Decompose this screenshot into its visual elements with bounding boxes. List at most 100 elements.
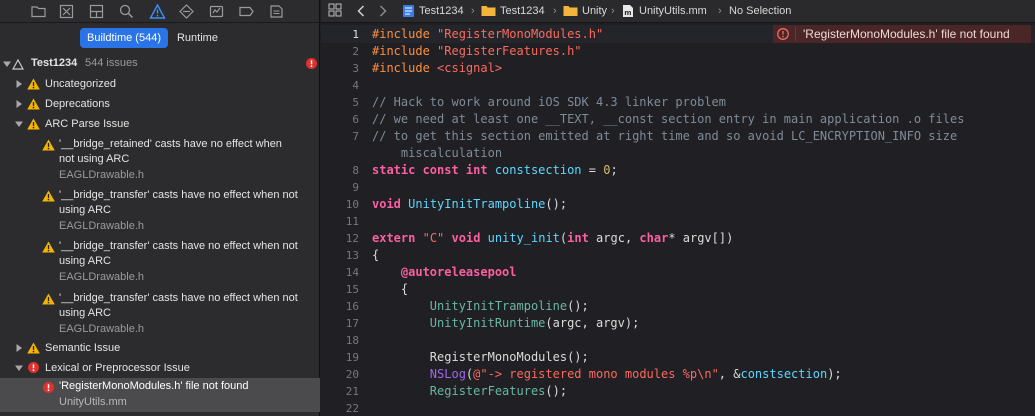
- breakpoint-icon[interactable]: [238, 3, 255, 20]
- group-semantic-issue[interactable]: Semantic Issue: [0, 340, 320, 356]
- line-number[interactable]: 6: [321, 113, 359, 126]
- buildtime-tab[interactable]: Buildtime (544): [80, 28, 168, 48]
- line-number[interactable]: 7: [321, 130, 359, 143]
- source-control-icon[interactable]: [58, 3, 75, 20]
- code-line: UnityInitRuntime(argc, argv);: [429, 316, 640, 330]
- line-number[interactable]: 18: [321, 334, 359, 347]
- forward-icon[interactable]: [379, 5, 387, 17]
- disclosure-open-icon[interactable]: [2, 59, 12, 69]
- line-number[interactable]: 5: [321, 96, 359, 109]
- disclosure-closed-icon[interactable]: [14, 99, 24, 109]
- issue-item[interactable]: '__bridge_transfer' casts have no effect…: [0, 290, 320, 338]
- issue-navigator: Buildtime (544) Runtime Test1234 544 iss…: [0, 0, 320, 416]
- disclosure-closed-icon[interactable]: [14, 79, 24, 89]
- group-deprecations[interactable]: Deprecations: [0, 96, 320, 112]
- code-line: {: [372, 248, 380, 262]
- group-label: Semantic Issue: [45, 342, 121, 354]
- line-number[interactable]: 2: [321, 45, 359, 58]
- disclosure-open-icon[interactable]: [14, 363, 24, 373]
- issue-file: EAGLDrawable.h: [59, 169, 144, 181]
- report-icon[interactable]: [268, 3, 285, 20]
- debug-icon[interactable]: [208, 3, 225, 20]
- warning-icon: [27, 78, 40, 90]
- line-number[interactable]: 22: [321, 402, 359, 415]
- jump-bar: Test1234 › Test1234 › Unity › m UnityUti…: [321, 0, 1035, 23]
- back-icon[interactable]: [357, 5, 365, 17]
- related-items-icon[interactable]: [328, 3, 342, 17]
- folder-icon[interactable]: [30, 3, 47, 20]
- issue-item[interactable]: '__bridge_transfer' casts have no effect…: [0, 187, 320, 235]
- find-icon[interactable]: [118, 3, 135, 20]
- code-line: RegisterFeatures();: [429, 384, 568, 398]
- crumb-separator: ›: [553, 5, 557, 17]
- issue-message-cont: using ARC: [59, 255, 111, 267]
- crumb-folder[interactable]: Unity: [582, 5, 607, 17]
- line-number[interactable]: 19: [321, 351, 359, 364]
- code-line: extern "C" void unity_init(int argc, cha…: [372, 231, 734, 245]
- line-number[interactable]: 1: [321, 28, 359, 41]
- issue-item[interactable]: '__bridge_retained' casts have no effect…: [0, 136, 320, 184]
- error-badge-icon: [306, 58, 317, 69]
- code-line: {: [372, 282, 409, 296]
- folder-icon: [563, 4, 578, 17]
- code-area[interactable]: 1 2 3 4 5 6 7 8 9 10 11 12 13 14 15 16 17 18 19 20 21 22 #inc…: [321, 23, 1035, 416]
- code-line: // to get this section emitted at right …: [372, 129, 958, 143]
- issue-message-cont: using ARC: [59, 307, 111, 319]
- group-arc-parse-issue[interactable]: ARC Parse Issue: [0, 116, 320, 132]
- line-number[interactable]: 13: [321, 249, 359, 262]
- line-number[interactable]: 9: [321, 181, 359, 194]
- project-issue-count: 544 issues: [85, 57, 138, 69]
- group-uncategorized[interactable]: Uncategorized: [0, 76, 320, 92]
- code-line: #include "RegisterFeatures.h": [372, 44, 582, 58]
- test-icon[interactable]: [178, 3, 195, 20]
- runtime-tab[interactable]: Runtime: [170, 28, 225, 48]
- inline-error-annotation[interactable]: 'RegisterMonoModules.h' file not found: [773, 25, 1031, 43]
- line-number[interactable]: 12: [321, 232, 359, 245]
- issue-message: '__bridge_transfer' casts have no effect…: [59, 292, 298, 304]
- issue-message: 'RegisterMonoModules.h' file not found: [59, 380, 249, 392]
- line-number[interactable]: 11: [321, 215, 359, 228]
- issue-file: EAGLDrawable.h: [59, 323, 144, 335]
- line-number[interactable]: 4: [321, 79, 359, 92]
- crumb-symbol[interactable]: No Selection: [729, 5, 791, 17]
- group-lexical-issue[interactable]: Lexical or Preprocessor Issue: [0, 360, 320, 376]
- selected-issue-item[interactable]: 'RegisterMonoModules.h' file not found U…: [0, 378, 320, 412]
- line-number[interactable]: 20: [321, 368, 359, 381]
- line-number[interactable]: 16: [321, 300, 359, 313]
- warning-icon: [27, 98, 40, 110]
- line-number[interactable]: 15: [321, 283, 359, 296]
- disclosure-closed-icon[interactable]: [14, 343, 24, 353]
- issue-item[interactable]: '__bridge_transfer' casts have no effect…: [0, 238, 320, 286]
- issue-file: EAGLDrawable.h: [59, 220, 144, 232]
- line-number[interactable]: 17: [321, 317, 359, 330]
- objc-file-icon: m: [622, 4, 634, 18]
- code-line: UnityInitTrampoline();: [429, 299, 589, 313]
- issue-file: UnityUtils.mm: [59, 396, 127, 408]
- code-line: // we need at least one __TEXT, __const …: [372, 112, 965, 126]
- line-number[interactable]: 21: [321, 385, 359, 398]
- symbol-icon[interactable]: [88, 3, 105, 20]
- issue-message: '__bridge_transfer' casts have no effect…: [59, 189, 298, 201]
- line-number[interactable]: 14: [321, 266, 359, 279]
- issue-message: '__bridge_retained' casts have no effect…: [59, 138, 282, 150]
- disclosure-open-icon[interactable]: [14, 119, 24, 129]
- project-row[interactable]: Test1234 544 issues: [0, 56, 320, 72]
- error-icon: [777, 28, 789, 40]
- code-line: // Hack to work around iOS SDK 4.3 linke…: [372, 95, 727, 109]
- group-label: Deprecations: [45, 98, 110, 110]
- crumb-project[interactable]: Test1234: [419, 5, 464, 17]
- line-number[interactable]: 10: [321, 198, 359, 211]
- code-line: static const int constsection = 0;: [372, 163, 618, 177]
- group-label: Uncategorized: [45, 78, 116, 90]
- project-name: Test1234: [31, 57, 78, 69]
- folder-icon: [481, 4, 496, 17]
- issue-icon[interactable]: [149, 3, 166, 20]
- code-line: #include <csignal>: [372, 61, 503, 75]
- crumb-separator: ›: [718, 5, 722, 17]
- crumb-group[interactable]: Test1234: [500, 5, 545, 17]
- warning-icon: [27, 118, 40, 130]
- line-number[interactable]: 8: [321, 164, 359, 177]
- line-number[interactable]: 3: [321, 62, 359, 75]
- crumb-file[interactable]: UnityUtils.mm: [639, 5, 707, 17]
- group-label: ARC Parse Issue: [45, 118, 130, 130]
